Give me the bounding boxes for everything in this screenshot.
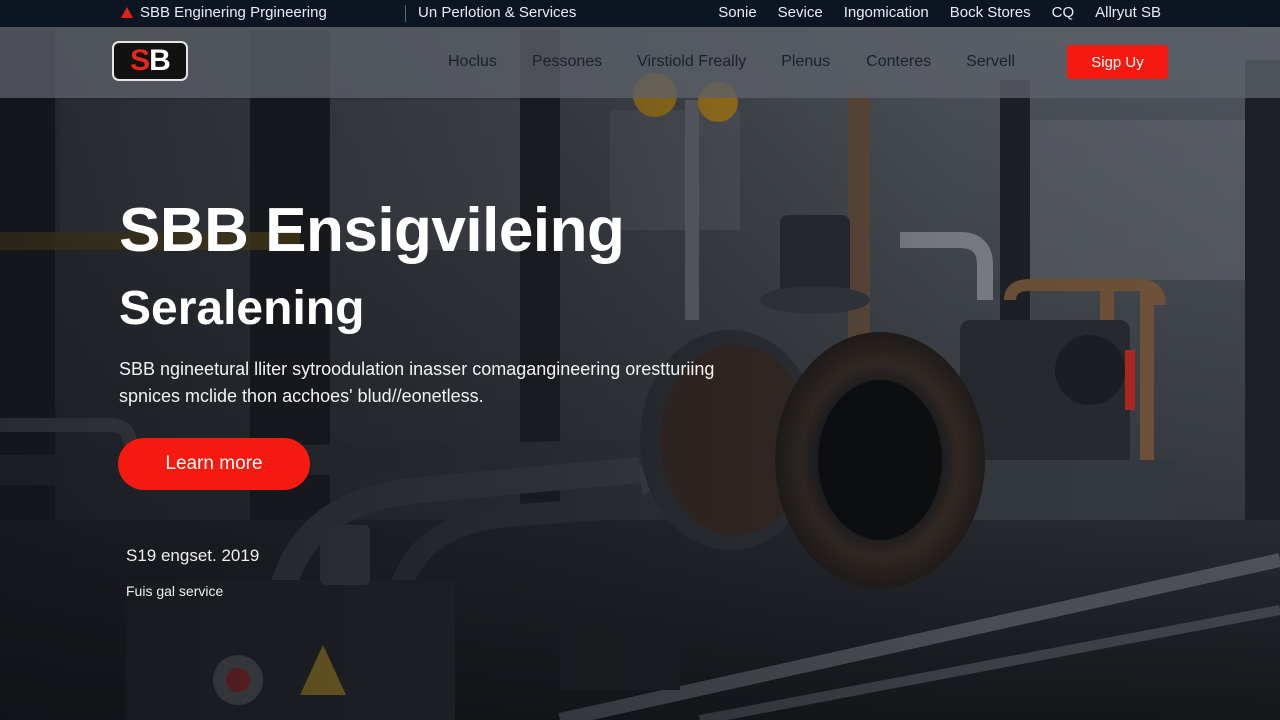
service-note: Fuis gal service — [126, 583, 224, 599]
topbar-brand[interactable]: SBB Enginering Prgineering — [121, 4, 327, 21]
utility-links: Sonie Sevice Ingomication Bock Stores CQ… — [718, 4, 1161, 21]
topbar-divider — [405, 5, 406, 22]
utility-link-ingomication[interactable]: Ingomication — [844, 4, 929, 21]
topbar-brand-label: SBB Enginering Prgineering — [140, 4, 327, 21]
nav-link-plenus[interactable]: Plenus — [781, 53, 830, 71]
logo-letter-s: S — [130, 44, 150, 77]
nav-link-pessones[interactable]: Pessones — [532, 53, 602, 71]
hero-description: SBB ngineetural lliter sytroodulation in… — [119, 359, 715, 406]
page: SBB Enginering Prgineering Un Perlotion … — [0, 0, 1280, 720]
nav-link-hoclus[interactable]: Hoclus — [448, 53, 497, 71]
top-utility-bar: SBB Enginering Prgineering Un Perlotion … — [0, 0, 1280, 27]
hero-subtitle: Seralening — [119, 282, 365, 335]
sbb-logo[interactable]: SB — [112, 41, 188, 81]
utility-link-cq[interactable]: CQ — [1052, 4, 1075, 21]
utility-link-bock-stores[interactable]: Bock Stores — [950, 4, 1031, 21]
utility-link-sevice[interactable]: Sevice — [778, 4, 823, 21]
warning-triangle-icon — [121, 7, 133, 18]
logo-letter-b: B — [149, 44, 171, 77]
hero-title: SBB Ensigvileing — [119, 196, 625, 265]
established-text: S19 engset. 2019 — [126, 546, 260, 565]
nav-link-servell[interactable]: Servell — [966, 53, 1015, 71]
topbar-tagline[interactable]: Un Perlotion & Services — [418, 4, 576, 21]
nav-link-virstiold-freally[interactable]: Virstiold Freally — [637, 53, 746, 71]
signup-button[interactable]: Sigp Uy — [1067, 45, 1168, 79]
utility-link-allryut-sb[interactable]: Allryut SB — [1095, 4, 1161, 21]
utility-link-sonie[interactable]: Sonie — [718, 4, 756, 21]
learn-more-button[interactable]: Learn more — [118, 438, 310, 490]
nav-links: Hoclus Pessones Virstiold Freally Plenus… — [448, 53, 1015, 71]
nav-link-conteres[interactable]: Conteres — [866, 53, 931, 71]
main-navbar: SB Hoclus Pessones Virstiold Freally Ple… — [0, 27, 1280, 98]
